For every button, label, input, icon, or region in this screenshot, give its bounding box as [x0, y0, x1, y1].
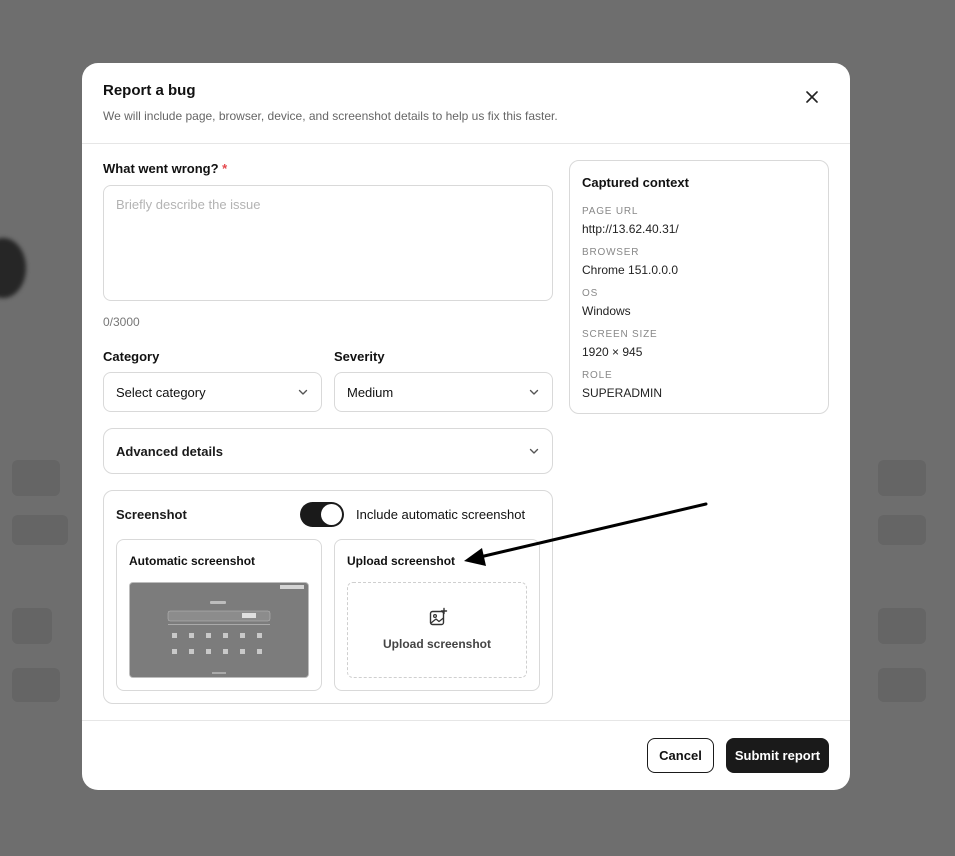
severity-select[interactable]: Medium	[334, 372, 553, 412]
screenshot-thumbnail[interactable]	[129, 582, 309, 678]
upload-screenshot-button-label: Upload screenshot	[382, 637, 492, 651]
cancel-button[interactable]: Cancel	[647, 738, 714, 773]
background-element	[12, 668, 60, 702]
background-avatar	[0, 238, 26, 298]
description-label: What went wrong? *	[103, 161, 227, 176]
auto-screenshot-toggle-label: Include automatic screenshot	[356, 507, 526, 522]
severity-label: Severity	[334, 349, 385, 364]
report-bug-dialog: Report a bug We will include page, brows…	[82, 63, 850, 790]
screenshot-preview-image	[130, 583, 308, 677]
advanced-details-toggle[interactable]: Advanced details	[103, 428, 553, 474]
screenshot-section: Screenshot Include automatic screenshot …	[103, 490, 553, 704]
category-label: Category	[103, 349, 160, 364]
upload-screenshot-dropzone[interactable]: Upload screenshot	[347, 582, 527, 678]
context-value-browser: Chrome 151.0.0.0	[582, 263, 679, 277]
background-element	[878, 515, 926, 545]
chevron-down-icon	[298, 389, 308, 395]
description-textarea[interactable]	[103, 185, 553, 301]
automatic-screenshot-card: Automatic screenshot	[116, 539, 322, 691]
captured-context-panel: Captured context PAGE URL http://13.62.4…	[569, 160, 829, 414]
upload-screenshot-card: Upload screenshot Upload screenshot	[334, 539, 540, 691]
screenshot-title: Screenshot	[116, 507, 187, 522]
background-element	[12, 515, 68, 545]
context-key-role: ROLE	[582, 370, 613, 381]
dialog-subtitle: We will include page, browser, device, a…	[103, 109, 558, 123]
dialog-header: Report a bug We will include page, brows…	[82, 63, 850, 144]
submit-report-button[interactable]: Submit report	[726, 738, 829, 773]
character-count: 0/3000	[103, 315, 140, 329]
dialog-title: Report a bug	[103, 82, 196, 99]
context-key-screen-size: SCREEN SIZE	[582, 329, 658, 340]
upload-screenshot-title: Upload screenshot	[347, 554, 456, 568]
captured-context-title: Captured context	[582, 175, 689, 190]
background-element	[12, 460, 60, 496]
toggle-knob	[321, 504, 342, 525]
context-value-screen-size: 1920 × 945	[582, 345, 643, 359]
context-value-role: SUPERADMIN	[582, 386, 663, 400]
required-marker: *	[222, 161, 228, 176]
close-button[interactable]	[800, 85, 824, 109]
context-key-page-url: PAGE URL	[582, 206, 639, 217]
dialog-footer: Cancel Submit report	[82, 720, 850, 790]
automatic-screenshot-title: Automatic screenshot	[129, 554, 256, 568]
severity-select-value: Medium	[347, 384, 394, 400]
context-key-os: OS	[582, 288, 599, 299]
category-select[interactable]: Select category	[103, 372, 322, 412]
context-key-browser: BROWSER	[582, 247, 640, 258]
background-element	[12, 608, 52, 644]
context-value-page-url: http://13.62.40.31/	[582, 222, 679, 236]
category-select-value: Select category	[116, 384, 206, 400]
image-plus-icon	[429, 607, 448, 626]
background-element	[878, 460, 926, 496]
description-label-text: What went wrong?	[103, 161, 219, 176]
close-icon	[806, 91, 818, 103]
advanced-details-label: Advanced details	[116, 443, 223, 459]
chevron-down-icon	[529, 448, 539, 454]
background-element	[878, 608, 926, 644]
context-value-os: Windows	[582, 304, 631, 318]
auto-screenshot-toggle[interactable]	[300, 502, 344, 527]
background-element	[878, 668, 926, 702]
chevron-down-icon	[529, 389, 539, 395]
